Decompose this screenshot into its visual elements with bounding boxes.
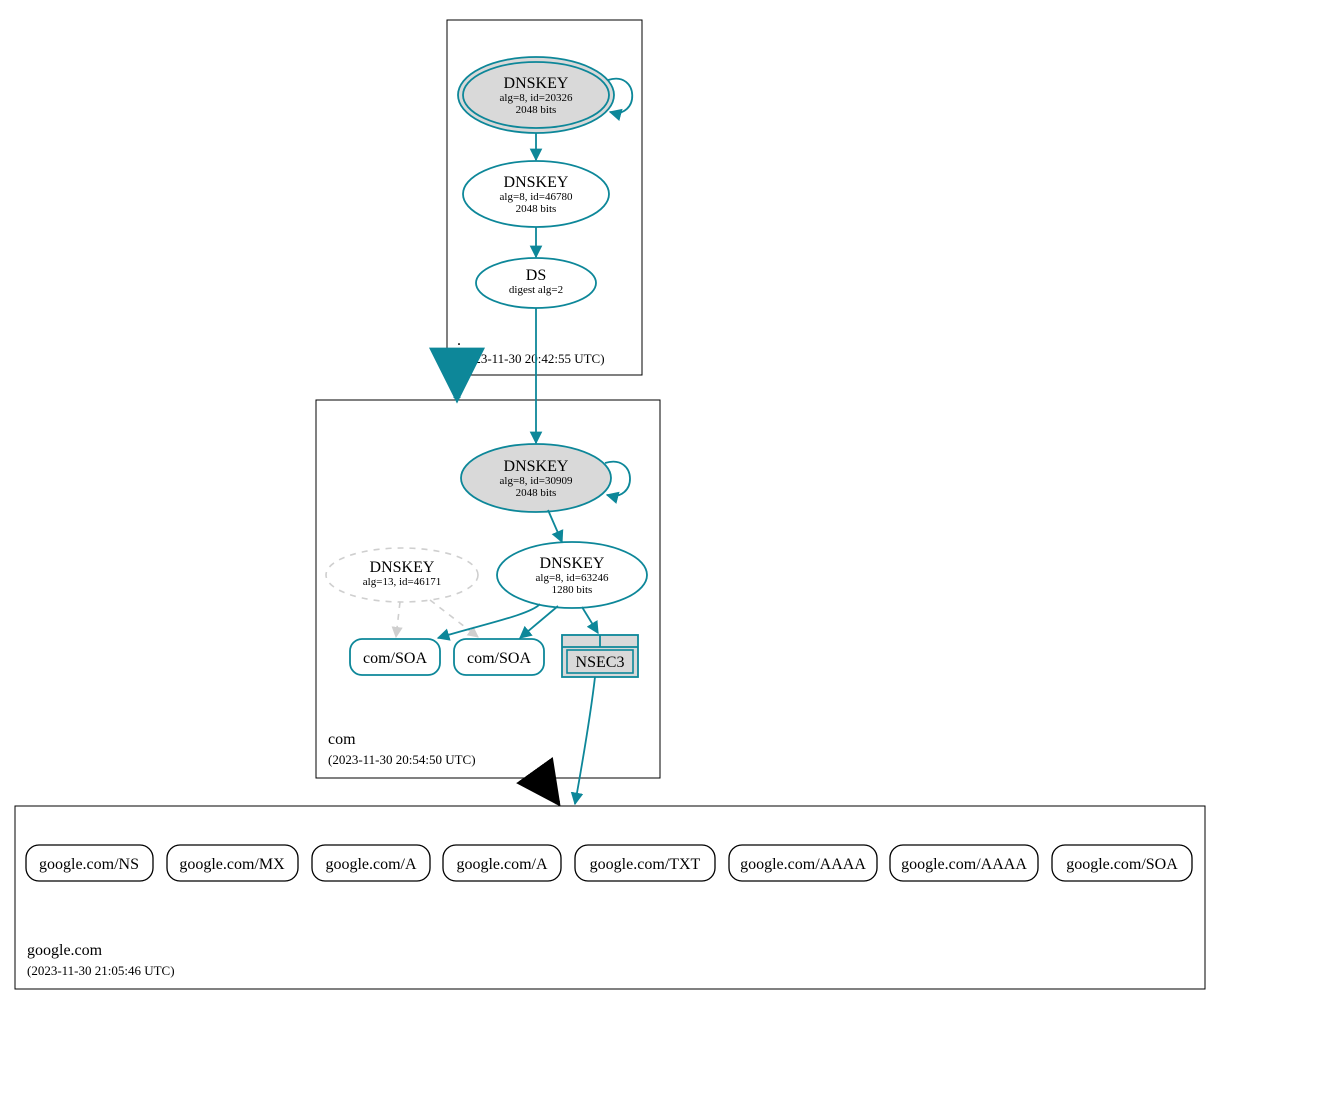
edge-dashed-to-soa2 — [430, 600, 478, 637]
rrset-google-txt: google.com/TXT — [575, 845, 715, 881]
com-zsk-sub2: 1280 bits — [552, 584, 593, 596]
edge-nsec3-to-google — [575, 677, 595, 804]
node-root-ds: DS digest alg=2 — [476, 258, 596, 308]
com-nsec3-label: NSEC3 — [576, 654, 625, 671]
com-ksk-sub2: 2048 bits — [516, 487, 557, 499]
rrset-google-aaaa-2: google.com/AAAA — [890, 845, 1038, 881]
zone-box-google — [15, 806, 1205, 989]
zone-time-com: (2023-11-30 20:54:50 UTC) — [328, 752, 476, 767]
svg-text:google.com/AAAA: google.com/AAAA — [901, 856, 1027, 873]
svg-text:google.com/AAAA: google.com/AAAA — [740, 856, 866, 873]
node-com-ksk: DNSKEY alg=8, id=30909 2048 bits — [461, 444, 611, 512]
node-root-ksk: DNSKEY alg=8, id=20326 2048 bits — [458, 57, 614, 133]
node-com-soa-1: com/SOA — [350, 639, 440, 675]
svg-text:google.com/MX: google.com/MX — [179, 856, 285, 873]
zone-time-root: (2023-11-30 20:42:55 UTC) — [457, 351, 605, 366]
node-com-dnskey-dashed: DNSKEY alg=13, id=46171 — [326, 548, 478, 602]
edge-dashed-to-soa1 — [396, 602, 400, 637]
zone-time-google: (2023-11-30 21:05:46 UTC) — [27, 963, 175, 978]
svg-text:google.com/TXT: google.com/TXT — [590, 856, 701, 873]
zone-label-google: google.com — [27, 942, 103, 959]
root-zsk-title: DNSKEY — [504, 174, 569, 191]
svg-text:google.com/SOA: google.com/SOA — [1066, 856, 1178, 873]
root-zsk-sub2: 2048 bits — [516, 203, 557, 215]
zone-label-com: com — [328, 731, 356, 748]
com-ksk-title: DNSKEY — [504, 458, 569, 475]
root-ds-title: DS — [526, 267, 546, 284]
node-com-nsec3: NSEC3 — [562, 635, 638, 677]
com-dashed-title: DNSKEY — [370, 559, 435, 576]
node-com-zsk: DNSKEY alg=8, id=63246 1280 bits — [497, 542, 647, 608]
root-ksk-sub2: 2048 bits — [516, 104, 557, 116]
root-zsk-sub1: alg=8, id=46780 — [500, 191, 573, 203]
rrset-google-ns: google.com/NS — [26, 845, 153, 881]
svg-text:google.com/A: google.com/A — [325, 856, 417, 873]
rrset-google-a-1: google.com/A — [312, 845, 430, 881]
com-ksk-sub1: alg=8, id=30909 — [500, 475, 573, 487]
rrset-google-aaaa-1: google.com/AAAA — [729, 845, 877, 881]
rrset-google-mx: google.com/MX — [167, 845, 298, 881]
edge-zone-com-to-google — [548, 778, 558, 803]
rrset-google-a-2: google.com/A — [443, 845, 561, 881]
com-soa-1-label: com/SOA — [363, 650, 427, 667]
node-root-zsk: DNSKEY alg=8, id=46780 2048 bits — [463, 161, 609, 227]
com-zsk-title: DNSKEY — [540, 555, 605, 572]
com-dashed-sub1: alg=13, id=46171 — [363, 576, 441, 588]
edge-com-zsk-to-soa2 — [520, 606, 558, 638]
root-ds-sub1: digest alg=2 — [509, 284, 563, 296]
zone-label-root: . — [457, 332, 461, 349]
rrsets-row: google.com/NS google.com/MX google.com/A… — [26, 845, 1192, 881]
svg-text:google.com/NS: google.com/NS — [39, 856, 139, 873]
com-soa-2-label: com/SOA — [467, 650, 531, 667]
edge-com-zsk-to-nsec3 — [582, 607, 598, 633]
root-ksk-title: DNSKEY — [504, 75, 569, 92]
edge-com-ksk-to-zsk — [548, 510, 562, 542]
root-ksk-sub1: alg=8, id=20326 — [500, 92, 573, 104]
node-com-soa-2: com/SOA — [454, 639, 544, 675]
rrset-google-soa: google.com/SOA — [1052, 845, 1192, 881]
svg-text:google.com/A: google.com/A — [456, 856, 548, 873]
com-zsk-sub1: alg=8, id=63246 — [536, 572, 609, 584]
